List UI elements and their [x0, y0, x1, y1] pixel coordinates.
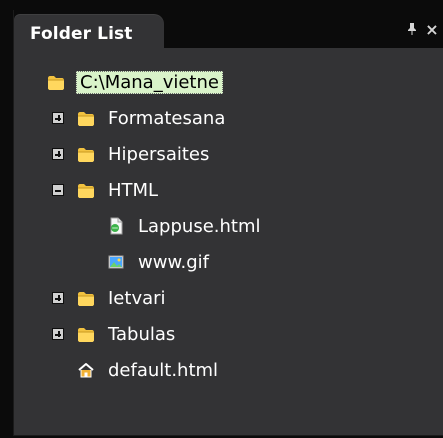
tree-label: Hipersaites [108, 143, 210, 165]
home-page-icon [76, 360, 96, 380]
tree-row[interactable]: Formatesana [14, 100, 443, 136]
folder-icon [76, 180, 96, 200]
selected-tree-label: C:\Mana_vietne [76, 70, 223, 94]
tree-label: HTML [108, 179, 159, 201]
folder-icon [46, 72, 66, 92]
toggle-spacer [82, 256, 94, 268]
collapse-toggle[interactable] [52, 184, 64, 196]
folder-list-panel: Folder List × C:\Mana_vietne Formatesana [13, 10, 443, 436]
toggle-spacer [22, 76, 34, 88]
tree-label: www.gif [138, 251, 209, 273]
expand-toggle[interactable] [52, 112, 64, 124]
folder-icon [76, 108, 96, 128]
panel-controls: × [398, 20, 443, 39]
pin-icon[interactable] [403, 20, 421, 38]
expand-toggle[interactable] [52, 328, 64, 340]
tree-label: Formatesana [108, 107, 226, 129]
tree-row[interactable]: HTML [14, 172, 443, 208]
tree-row[interactable]: Hipersaites [14, 136, 443, 172]
tree-row[interactable]: default.html [14, 352, 443, 388]
expand-toggle[interactable] [52, 292, 64, 304]
html-file-icon [106, 216, 126, 236]
folder-tree: C:\Mana_vietne Formatesana Hipersaites H… [14, 64, 443, 388]
folder-tree-area: C:\Mana_vietne Formatesana Hipersaites H… [14, 48, 443, 435]
tree-label: Lappuse.html [138, 215, 261, 237]
expand-toggle[interactable] [52, 148, 64, 160]
panel-tabbar: Folder List × [14, 10, 443, 48]
tree-row[interactable]: www.gif [14, 244, 443, 280]
folder-icon [76, 144, 96, 164]
tree-row[interactable]: C:\Mana_vietne [14, 64, 443, 100]
toggle-spacer [82, 220, 94, 232]
folder-icon [76, 288, 96, 308]
panel-title: Folder List [30, 24, 133, 44]
folder-icon [76, 324, 96, 344]
close-icon[interactable]: × [423, 20, 441, 39]
tree-row[interactable]: Lappuse.html [14, 208, 443, 244]
app-frame: Folder List × C:\Mana_vietne Formatesana [0, 0, 443, 438]
tree-row[interactable]: Tabulas [14, 316, 443, 352]
tree-label: Ietvari [108, 287, 166, 309]
tree-label: Tabulas [108, 323, 176, 345]
image-file-icon [106, 252, 126, 272]
tree-row[interactable]: Ietvari [14, 280, 443, 316]
toggle-spacer [52, 364, 64, 376]
tree-label: default.html [108, 359, 219, 381]
folder-list-tab[interactable]: Folder List [14, 14, 164, 48]
